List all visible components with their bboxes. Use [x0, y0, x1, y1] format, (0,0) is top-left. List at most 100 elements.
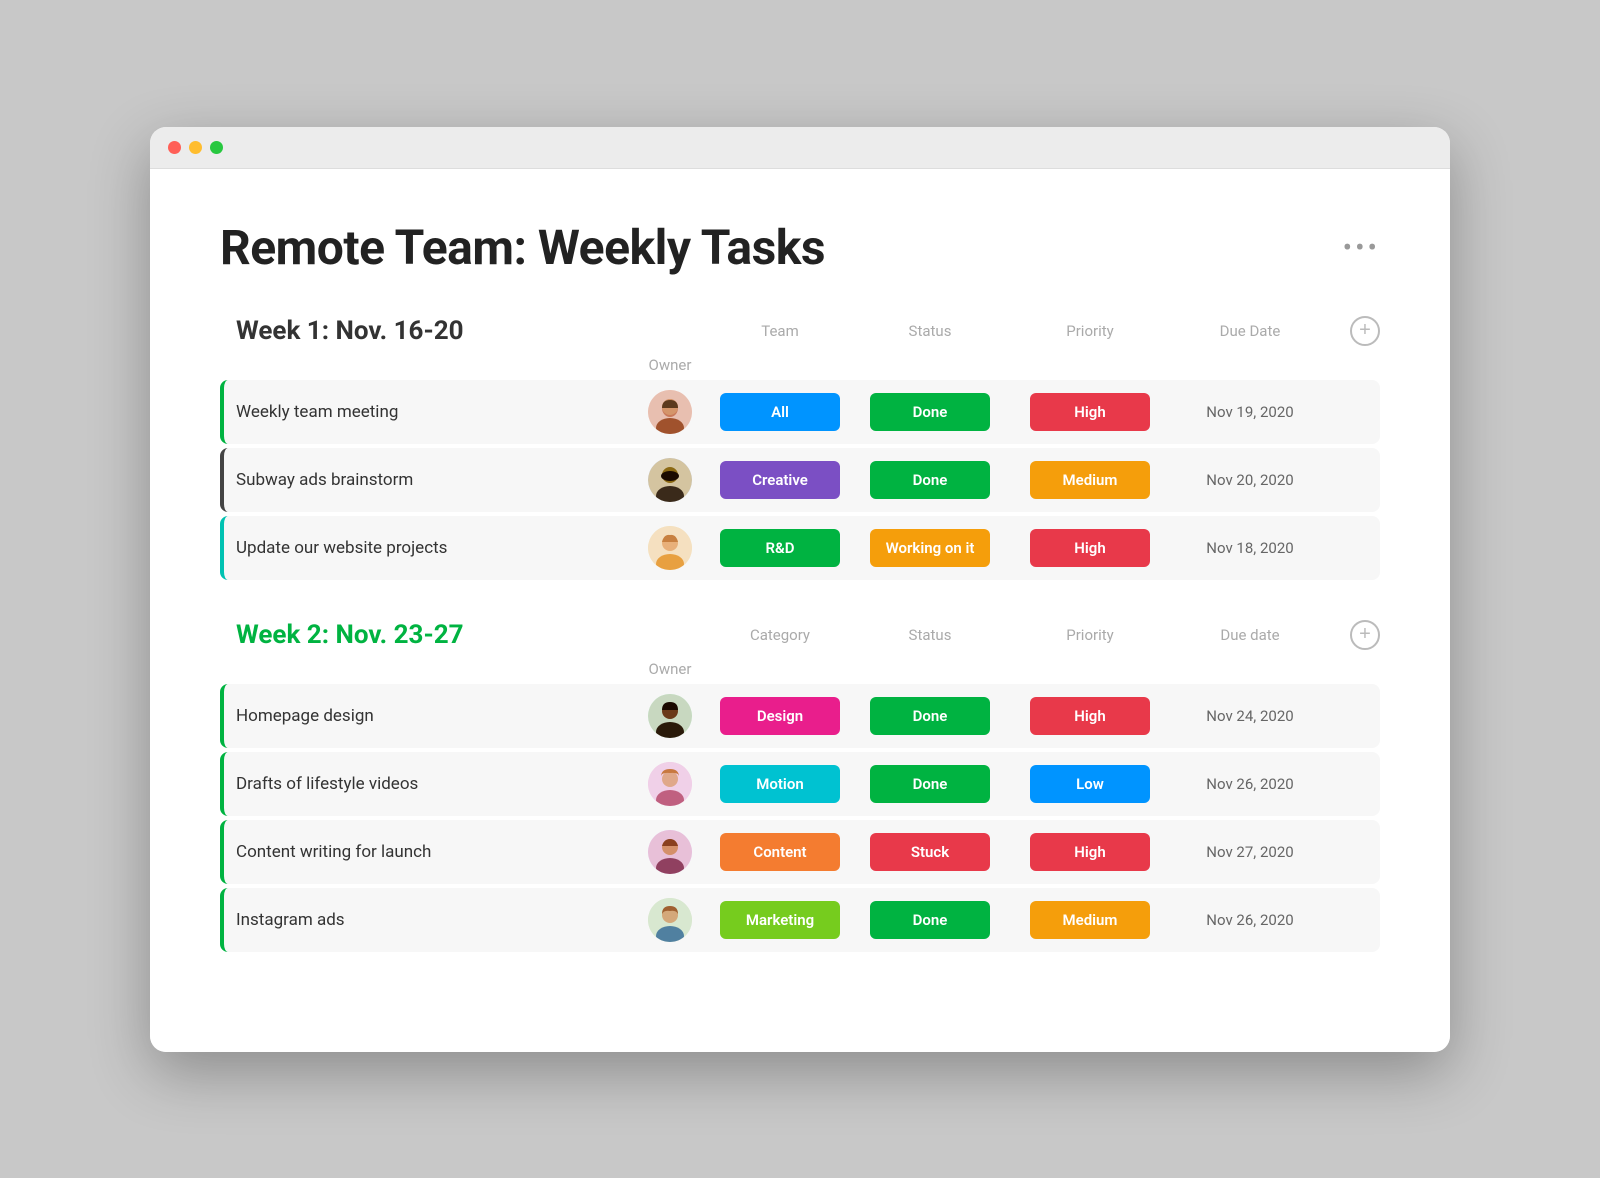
status-badge: Done	[870, 697, 990, 735]
week1-table: Weekly team meeting	[220, 380, 1380, 580]
owner-cell	[630, 694, 710, 738]
week1-owner-row: Owner	[220, 356, 1380, 374]
priority-badge: Low	[1030, 765, 1150, 803]
due-date: Nov 26, 2020	[1170, 911, 1330, 929]
task-name: Update our website projects	[236, 534, 630, 562]
table-row: Weekly team meeting	[220, 380, 1380, 444]
status-badge: Stuck	[870, 833, 990, 871]
page-header: Remote Team: Weekly Tasks •••	[220, 219, 1380, 276]
page-title: Remote Team: Weekly Tasks	[220, 219, 825, 276]
week1-section: Week 1: Nov. 16-20 Team Status Priority …	[220, 316, 1380, 580]
due-date: Nov 18, 2020	[1170, 539, 1330, 557]
task-name: Homepage design	[236, 702, 630, 730]
avatar	[648, 458, 692, 502]
table-row: Subway ads brainstorm Creative	[220, 448, 1380, 512]
main-content: Remote Team: Weekly Tasks ••• Week 1: No…	[150, 169, 1450, 1052]
team-badge: R&D	[720, 529, 840, 567]
priority-cell: High	[1010, 833, 1170, 871]
week2-col-duedate: Due date	[1170, 626, 1330, 644]
status-cell: Done	[850, 901, 1010, 939]
owner-cell	[630, 526, 710, 570]
week2-add-column-button[interactable]: +	[1350, 620, 1380, 650]
category-badge: Content	[720, 833, 840, 871]
table-row: Instagram ads Marketing	[220, 888, 1380, 952]
week2-col-priority: Priority	[1010, 626, 1170, 644]
category-cell: Marketing	[710, 901, 850, 939]
status-badge: Done	[870, 461, 990, 499]
status-badge: Done	[870, 765, 990, 803]
task-name: Instagram ads	[236, 906, 630, 934]
due-date: Nov 26, 2020	[1170, 775, 1330, 793]
task-name: Content writing for launch	[236, 838, 630, 866]
week2-section: Week 2: Nov. 23-27 Category Status Prior…	[220, 620, 1380, 952]
week2-title: Week 2: Nov. 23-27	[236, 620, 630, 650]
category-badge: Motion	[720, 765, 840, 803]
week2-header-row: Week 2: Nov. 23-27 Category Status Prior…	[220, 620, 1380, 650]
task-name: Weekly team meeting	[236, 398, 630, 426]
task-name: Subway ads brainstorm	[236, 466, 630, 494]
owner-cell	[630, 458, 710, 502]
week1-title: Week 1: Nov. 16-20	[236, 316, 630, 346]
avatar	[648, 830, 692, 874]
category-cell: Motion	[710, 765, 850, 803]
status-cell: Done	[850, 765, 1010, 803]
category-badge: Marketing	[720, 901, 840, 939]
week1-header-row: Week 1: Nov. 16-20 Team Status Priority …	[220, 316, 1380, 346]
close-button[interactable]	[168, 141, 181, 154]
due-date: Nov 20, 2020	[1170, 471, 1330, 489]
priority-badge: High	[1030, 697, 1150, 735]
maximize-button[interactable]	[210, 141, 223, 154]
team-badge: Creative	[720, 461, 840, 499]
priority-cell: Medium	[1010, 901, 1170, 939]
week2-owner-row: Owner	[220, 660, 1380, 678]
week1-col-priority: Priority	[1010, 322, 1170, 340]
priority-cell: Low	[1010, 765, 1170, 803]
week1-col-status: Status	[850, 322, 1010, 340]
avatar	[648, 390, 692, 434]
status-badge: Done	[870, 393, 990, 431]
priority-badge: Medium	[1030, 461, 1150, 499]
team-cell: Creative	[710, 461, 850, 499]
minimize-button[interactable]	[189, 141, 202, 154]
table-row: Drafts of lifestyle videos Moti	[220, 752, 1380, 816]
priority-badge: High	[1030, 529, 1150, 567]
status-badge: Done	[870, 901, 990, 939]
week1-add-column-button[interactable]: +	[1350, 316, 1380, 346]
status-cell: Done	[850, 461, 1010, 499]
avatar	[648, 762, 692, 806]
priority-cell: High	[1010, 697, 1170, 735]
week2-col-owner: Owner	[630, 660, 710, 678]
owner-cell	[630, 830, 710, 874]
category-cell: Content	[710, 833, 850, 871]
avatar	[648, 898, 692, 942]
week2-table: Homepage design Design	[220, 684, 1380, 952]
status-cell: Done	[850, 697, 1010, 735]
priority-cell: High	[1010, 393, 1170, 431]
table-row: Update our website projects R&D	[220, 516, 1380, 580]
more-options-button[interactable]: •••	[1343, 231, 1380, 264]
avatar	[648, 694, 692, 738]
priority-cell: Medium	[1010, 461, 1170, 499]
due-date: Nov 19, 2020	[1170, 403, 1330, 421]
status-cell: Done	[850, 393, 1010, 431]
avatar	[648, 526, 692, 570]
owner-cell	[630, 898, 710, 942]
category-cell: Design	[710, 697, 850, 735]
category-badge: Design	[720, 697, 840, 735]
priority-badge: High	[1030, 393, 1150, 431]
week1-col-owner: Owner	[630, 356, 710, 374]
titlebar	[150, 127, 1450, 169]
owner-cell	[630, 390, 710, 434]
week1-col-team: Team	[710, 322, 850, 340]
team-cell: R&D	[710, 529, 850, 567]
table-row: Content writing for launch Cont	[220, 820, 1380, 884]
week2-col-status: Status	[850, 626, 1010, 644]
team-badge: All	[720, 393, 840, 431]
task-name: Drafts of lifestyle videos	[236, 770, 630, 798]
owner-cell	[630, 762, 710, 806]
team-cell: All	[710, 393, 850, 431]
week1-col-duedate: Due Date	[1170, 322, 1330, 340]
due-date: Nov 24, 2020	[1170, 707, 1330, 725]
status-cell: Working on it	[850, 529, 1010, 567]
priority-badge: Medium	[1030, 901, 1150, 939]
